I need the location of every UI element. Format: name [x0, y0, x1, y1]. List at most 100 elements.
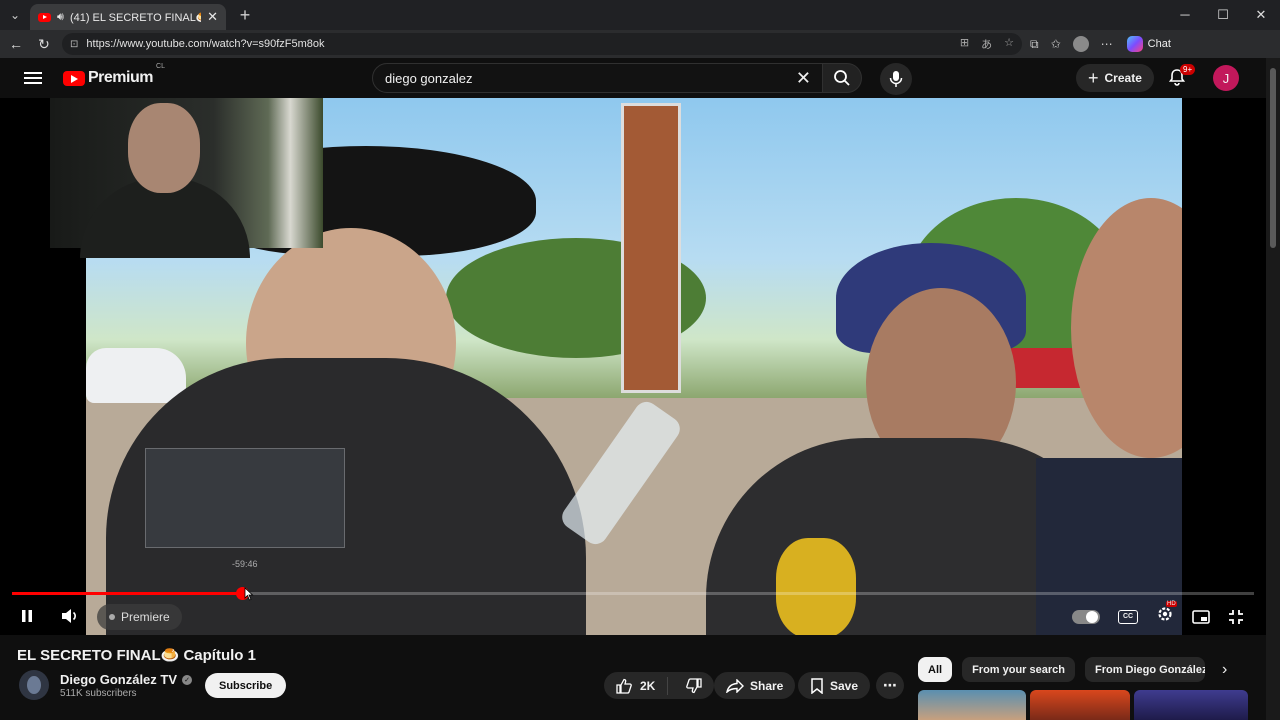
search-query: diego gonzalez: [385, 70, 473, 86]
share-button[interactable]: Share: [714, 672, 796, 699]
verified-check-icon: ✓: [182, 674, 193, 685]
channel-avatar[interactable]: [19, 670, 49, 700]
related-filter-chips: All From your search From Diego González…: [918, 657, 1205, 682]
settings-button[interactable]: HD: [1156, 601, 1177, 628]
mute-button[interactable]: [61, 608, 79, 624]
browser-tab-active[interactable]: 🔊︎ (41) EL SECRETO FINAL🍮 Ca ✕: [30, 4, 226, 30]
profile-avatar[interactable]: [1072, 36, 1089, 52]
save-button[interactable]: Save: [798, 672, 871, 699]
mouse-cursor-icon: [244, 587, 254, 601]
thumbs-down-icon: [686, 677, 702, 693]
seek-preview-time: -59:46: [232, 559, 258, 569]
video-title: EL SECRETO FINAL🍮 Capítulo 1: [17, 647, 256, 664]
autoplay-toggle[interactable]: [1072, 609, 1100, 624]
copilot-chat-button[interactable]: Chat: [1126, 36, 1171, 52]
youtube-favicon-icon: [38, 12, 51, 22]
extensions-icon[interactable]: ⧉: [1030, 37, 1039, 52]
refresh-icon[interactable]: ↻: [34, 36, 54, 53]
search-icon: [834, 70, 850, 86]
page-scrollbar[interactable]: [1266, 58, 1280, 720]
minimize-icon[interactable]: ─: [1166, 7, 1204, 23]
scene-sign: [621, 103, 681, 393]
related-thumbnail[interactable]: [1134, 690, 1248, 720]
scrollbar-thumb[interactable]: [1270, 68, 1276, 248]
site-info-icon[interactable]: ⊡: [70, 39, 78, 50]
video-player[interactable]: -59:46 Premiere CC HD: [0, 98, 1266, 635]
progress-played: [12, 592, 242, 595]
hd-badge: HD: [1166, 601, 1177, 607]
save-label: Save: [830, 678, 859, 693]
user-avatar[interactable]: J: [1213, 65, 1239, 91]
webcam-overlay: [50, 98, 323, 258]
like-button[interactable]: 2K: [604, 676, 669, 695]
address-bar-row: ← ↻ ⊡ https://www.youtube.com/watch?v=s9…: [0, 30, 1280, 58]
miniplayer-icon[interactable]: [1192, 609, 1210, 624]
youtube-play-icon: [63, 70, 85, 86]
subtitles-icon[interactable]: CC: [1118, 609, 1138, 624]
back-icon[interactable]: ←: [6, 36, 26, 52]
logo-text: Premium: [88, 69, 153, 86]
new-tab-button[interactable]: +: [230, 5, 260, 26]
more-actions-button[interactable]: ⋯: [876, 672, 904, 699]
related-thumbnail[interactable]: [918, 690, 1026, 720]
copilot-icon: [1126, 36, 1143, 52]
tab-title: (41) EL SECRETO FINAL🍮 Ca: [69, 11, 201, 24]
menu-icon[interactable]: [24, 72, 42, 84]
clear-search-icon[interactable]: ✕: [796, 68, 811, 89]
subscriber-count: 511K subscribers: [60, 688, 137, 699]
gear-icon: [1158, 607, 1172, 621]
player-controls: Premiere CC HD: [0, 600, 1266, 634]
volume-icon: [62, 609, 76, 623]
seek-preview-thumbnail: [145, 448, 345, 548]
create-button[interactable]: + Create: [1076, 64, 1154, 92]
premiere-label: Premiere: [121, 610, 170, 624]
close-window-icon[interactable]: ✕: [1242, 7, 1280, 23]
settings-more-icon[interactable]: ⋯: [1101, 37, 1113, 51]
chat-label: Chat: [1147, 38, 1171, 50]
progress-bar[interactable]: [12, 587, 1254, 600]
player-right-controls: CC HD: [1072, 601, 1244, 628]
maximize-icon[interactable]: ☐: [1204, 7, 1242, 23]
like-count: 2K: [640, 678, 656, 693]
chip-from-channel[interactable]: From Diego González T: [1084, 657, 1205, 682]
notifications-button[interactable]: 9+: [1168, 64, 1196, 91]
url-text: https://www.youtube.com/watch?v=s90fzF5m…: [86, 38, 325, 50]
address-bar-actions: ⊞ あ ☆: [960, 36, 1014, 52]
related-thumbnail[interactable]: [1030, 690, 1130, 720]
voice-search-button[interactable]: [880, 63, 912, 95]
browser-toolbar: ⧉ ✩ ⋯: [1030, 36, 1113, 52]
window-controls: ─ ☐ ✕: [1166, 7, 1280, 23]
plus-icon: +: [1088, 67, 1099, 88]
subscribe-button[interactable]: Subscribe: [205, 673, 287, 698]
thumbs-up-icon: [616, 678, 632, 694]
search-button[interactable]: [822, 63, 862, 93]
tab-actions-menu-icon[interactable]: ⌄: [0, 0, 30, 30]
address-bar[interactable]: ⊡ https://www.youtube.com/watch?v=s90fzF…: [62, 33, 1022, 55]
channel-name-row[interactable]: Diego González TV ✓: [60, 672, 193, 687]
related-thumbnails: [918, 690, 1248, 720]
dislike-button[interactable]: [674, 677, 714, 694]
exit-fullscreen-icon[interactable]: [1228, 609, 1244, 625]
search-input[interactable]: diego gonzalez ✕: [372, 63, 824, 93]
youtube-premium-logo[interactable]: Premium CL: [63, 63, 165, 87]
chip-from-your-search[interactable]: From your search: [962, 657, 1075, 682]
pause-button[interactable]: [20, 609, 34, 623]
favorites-icon[interactable]: ✩: [1051, 37, 1061, 51]
speaker-icon[interactable]: 🔊︎: [57, 11, 64, 24]
channel-name[interactable]: Diego González TV: [60, 672, 177, 687]
bookmark-icon: [811, 677, 823, 694]
like-dislike-group: 2K: [604, 672, 715, 699]
live-dot-icon: [109, 614, 115, 620]
youtube-header: Premium CL diego gonzalez ✕ + Create 9+ …: [0, 58, 1266, 98]
chevron-right-icon[interactable]: ›: [1222, 661, 1227, 679]
close-tab-icon[interactable]: ✕: [207, 9, 218, 25]
favorite-star-icon[interactable]: ☆: [1004, 36, 1014, 52]
browser-tabstrip: ⌄ 🔊︎ (41) EL SECRETO FINAL🍮 Ca ✕ + ─ ☐ ✕: [0, 0, 1280, 30]
create-label: Create: [1104, 71, 1142, 85]
premiere-chip[interactable]: Premiere: [97, 604, 182, 630]
translate-icon[interactable]: あ: [981, 36, 992, 52]
chip-all[interactable]: All: [918, 657, 953, 682]
scene-car: [86, 348, 186, 403]
pause-icon: [22, 610, 32, 622]
app-install-icon[interactable]: ⊞: [960, 36, 969, 52]
